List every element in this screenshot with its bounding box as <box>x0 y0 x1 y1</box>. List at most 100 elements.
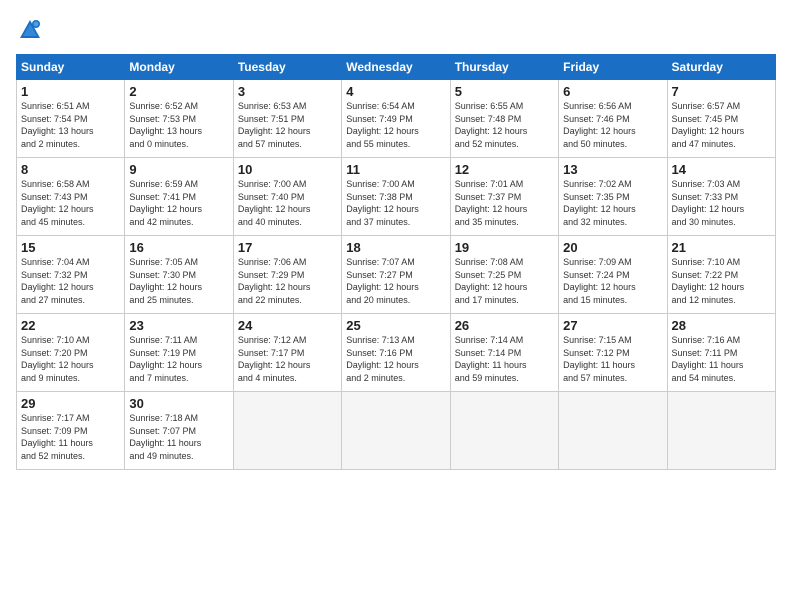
day-number: 16 <box>129 240 228 255</box>
day-number: 19 <box>455 240 554 255</box>
weekday-header-thursday: Thursday <box>450 55 558 80</box>
calendar-day-cell <box>233 392 341 470</box>
day-number: 20 <box>563 240 662 255</box>
calendar-day-cell: 3Sunrise: 6:53 AMSunset: 7:51 PMDaylight… <box>233 80 341 158</box>
calendar-day-cell: 4Sunrise: 6:54 AMSunset: 7:49 PMDaylight… <box>342 80 450 158</box>
day-info: Sunrise: 6:53 AMSunset: 7:51 PMDaylight:… <box>238 100 337 150</box>
calendar-day-cell <box>667 392 775 470</box>
calendar-day-cell: 16Sunrise: 7:05 AMSunset: 7:30 PMDayligh… <box>125 236 233 314</box>
day-info: Sunrise: 7:04 AMSunset: 7:32 PMDaylight:… <box>21 256 120 306</box>
day-info: Sunrise: 6:55 AMSunset: 7:48 PMDaylight:… <box>455 100 554 150</box>
day-info: Sunrise: 7:17 AMSunset: 7:09 PMDaylight:… <box>21 412 120 462</box>
calendar-day-cell: 7Sunrise: 6:57 AMSunset: 7:45 PMDaylight… <box>667 80 775 158</box>
calendar-day-cell: 22Sunrise: 7:10 AMSunset: 7:20 PMDayligh… <box>17 314 125 392</box>
day-info: Sunrise: 7:18 AMSunset: 7:07 PMDaylight:… <box>129 412 228 462</box>
day-info: Sunrise: 6:52 AMSunset: 7:53 PMDaylight:… <box>129 100 228 150</box>
weekday-header-tuesday: Tuesday <box>233 55 341 80</box>
day-info: Sunrise: 7:10 AMSunset: 7:20 PMDaylight:… <box>21 334 120 384</box>
day-info: Sunrise: 7:09 AMSunset: 7:24 PMDaylight:… <box>563 256 662 306</box>
calendar-week-row: 22Sunrise: 7:10 AMSunset: 7:20 PMDayligh… <box>17 314 776 392</box>
day-number: 12 <box>455 162 554 177</box>
calendar-week-row: 8Sunrise: 6:58 AMSunset: 7:43 PMDaylight… <box>17 158 776 236</box>
calendar-day-cell: 23Sunrise: 7:11 AMSunset: 7:19 PMDayligh… <box>125 314 233 392</box>
calendar-day-cell: 1Sunrise: 6:51 AMSunset: 7:54 PMDaylight… <box>17 80 125 158</box>
day-info: Sunrise: 6:57 AMSunset: 7:45 PMDaylight:… <box>672 100 771 150</box>
day-number: 3 <box>238 84 337 99</box>
calendar-day-cell: 25Sunrise: 7:13 AMSunset: 7:16 PMDayligh… <box>342 314 450 392</box>
day-number: 4 <box>346 84 445 99</box>
day-info: Sunrise: 7:12 AMSunset: 7:17 PMDaylight:… <box>238 334 337 384</box>
calendar-day-cell: 18Sunrise: 7:07 AMSunset: 7:27 PMDayligh… <box>342 236 450 314</box>
day-info: Sunrise: 6:51 AMSunset: 7:54 PMDaylight:… <box>21 100 120 150</box>
day-number: 24 <box>238 318 337 333</box>
calendar-day-cell: 13Sunrise: 7:02 AMSunset: 7:35 PMDayligh… <box>559 158 667 236</box>
day-number: 5 <box>455 84 554 99</box>
day-number: 2 <box>129 84 228 99</box>
weekday-header-saturday: Saturday <box>667 55 775 80</box>
page-header <box>16 16 776 44</box>
day-info: Sunrise: 6:59 AMSunset: 7:41 PMDaylight:… <box>129 178 228 228</box>
weekday-header-friday: Friday <box>559 55 667 80</box>
calendar-week-row: 1Sunrise: 6:51 AMSunset: 7:54 PMDaylight… <box>17 80 776 158</box>
day-number: 21 <box>672 240 771 255</box>
calendar-day-cell: 17Sunrise: 7:06 AMSunset: 7:29 PMDayligh… <box>233 236 341 314</box>
calendar-day-cell: 9Sunrise: 6:59 AMSunset: 7:41 PMDaylight… <box>125 158 233 236</box>
day-info: Sunrise: 7:10 AMSunset: 7:22 PMDaylight:… <box>672 256 771 306</box>
day-number: 11 <box>346 162 445 177</box>
day-info: Sunrise: 7:02 AMSunset: 7:35 PMDaylight:… <box>563 178 662 228</box>
logo <box>16 16 48 44</box>
weekday-header-monday: Monday <box>125 55 233 80</box>
calendar-day-cell: 29Sunrise: 7:17 AMSunset: 7:09 PMDayligh… <box>17 392 125 470</box>
weekday-header-sunday: Sunday <box>17 55 125 80</box>
day-number: 25 <box>346 318 445 333</box>
day-info: Sunrise: 7:00 AMSunset: 7:38 PMDaylight:… <box>346 178 445 228</box>
logo-icon <box>16 16 44 44</box>
day-info: Sunrise: 7:13 AMSunset: 7:16 PMDaylight:… <box>346 334 445 384</box>
day-number: 26 <box>455 318 554 333</box>
day-info: Sunrise: 7:08 AMSunset: 7:25 PMDaylight:… <box>455 256 554 306</box>
calendar-day-cell: 12Sunrise: 7:01 AMSunset: 7:37 PMDayligh… <box>450 158 558 236</box>
weekday-header-row: SundayMondayTuesdayWednesdayThursdayFrid… <box>17 55 776 80</box>
day-info: Sunrise: 7:01 AMSunset: 7:37 PMDaylight:… <box>455 178 554 228</box>
calendar-day-cell: 21Sunrise: 7:10 AMSunset: 7:22 PMDayligh… <box>667 236 775 314</box>
day-info: Sunrise: 7:06 AMSunset: 7:29 PMDaylight:… <box>238 256 337 306</box>
calendar-day-cell: 10Sunrise: 7:00 AMSunset: 7:40 PMDayligh… <box>233 158 341 236</box>
day-number: 9 <box>129 162 228 177</box>
day-number: 8 <box>21 162 120 177</box>
day-number: 30 <box>129 396 228 411</box>
calendar-day-cell <box>450 392 558 470</box>
calendar-day-cell: 11Sunrise: 7:00 AMSunset: 7:38 PMDayligh… <box>342 158 450 236</box>
day-number: 17 <box>238 240 337 255</box>
day-info: Sunrise: 6:54 AMSunset: 7:49 PMDaylight:… <box>346 100 445 150</box>
day-number: 1 <box>21 84 120 99</box>
day-number: 10 <box>238 162 337 177</box>
day-info: Sunrise: 7:03 AMSunset: 7:33 PMDaylight:… <box>672 178 771 228</box>
day-number: 6 <box>563 84 662 99</box>
calendar-day-cell: 26Sunrise: 7:14 AMSunset: 7:14 PMDayligh… <box>450 314 558 392</box>
day-number: 27 <box>563 318 662 333</box>
calendar-day-cell: 15Sunrise: 7:04 AMSunset: 7:32 PMDayligh… <box>17 236 125 314</box>
day-info: Sunrise: 7:16 AMSunset: 7:11 PMDaylight:… <box>672 334 771 384</box>
calendar-day-cell: 24Sunrise: 7:12 AMSunset: 7:17 PMDayligh… <box>233 314 341 392</box>
day-number: 13 <box>563 162 662 177</box>
calendar-week-row: 15Sunrise: 7:04 AMSunset: 7:32 PMDayligh… <box>17 236 776 314</box>
calendar-week-row: 29Sunrise: 7:17 AMSunset: 7:09 PMDayligh… <box>17 392 776 470</box>
calendar-day-cell: 20Sunrise: 7:09 AMSunset: 7:24 PMDayligh… <box>559 236 667 314</box>
calendar-table: SundayMondayTuesdayWednesdayThursdayFrid… <box>16 54 776 470</box>
day-number: 23 <box>129 318 228 333</box>
calendar-day-cell: 19Sunrise: 7:08 AMSunset: 7:25 PMDayligh… <box>450 236 558 314</box>
calendar-day-cell: 6Sunrise: 6:56 AMSunset: 7:46 PMDaylight… <box>559 80 667 158</box>
calendar-day-cell: 27Sunrise: 7:15 AMSunset: 7:12 PMDayligh… <box>559 314 667 392</box>
calendar-day-cell <box>559 392 667 470</box>
day-info: Sunrise: 7:05 AMSunset: 7:30 PMDaylight:… <box>129 256 228 306</box>
day-info: Sunrise: 7:00 AMSunset: 7:40 PMDaylight:… <box>238 178 337 228</box>
day-info: Sunrise: 7:14 AMSunset: 7:14 PMDaylight:… <box>455 334 554 384</box>
day-number: 18 <box>346 240 445 255</box>
day-info: Sunrise: 6:58 AMSunset: 7:43 PMDaylight:… <box>21 178 120 228</box>
weekday-header-wednesday: Wednesday <box>342 55 450 80</box>
calendar-day-cell: 28Sunrise: 7:16 AMSunset: 7:11 PMDayligh… <box>667 314 775 392</box>
calendar-day-cell: 2Sunrise: 6:52 AMSunset: 7:53 PMDaylight… <box>125 80 233 158</box>
calendar-day-cell: 14Sunrise: 7:03 AMSunset: 7:33 PMDayligh… <box>667 158 775 236</box>
day-number: 29 <box>21 396 120 411</box>
day-number: 7 <box>672 84 771 99</box>
